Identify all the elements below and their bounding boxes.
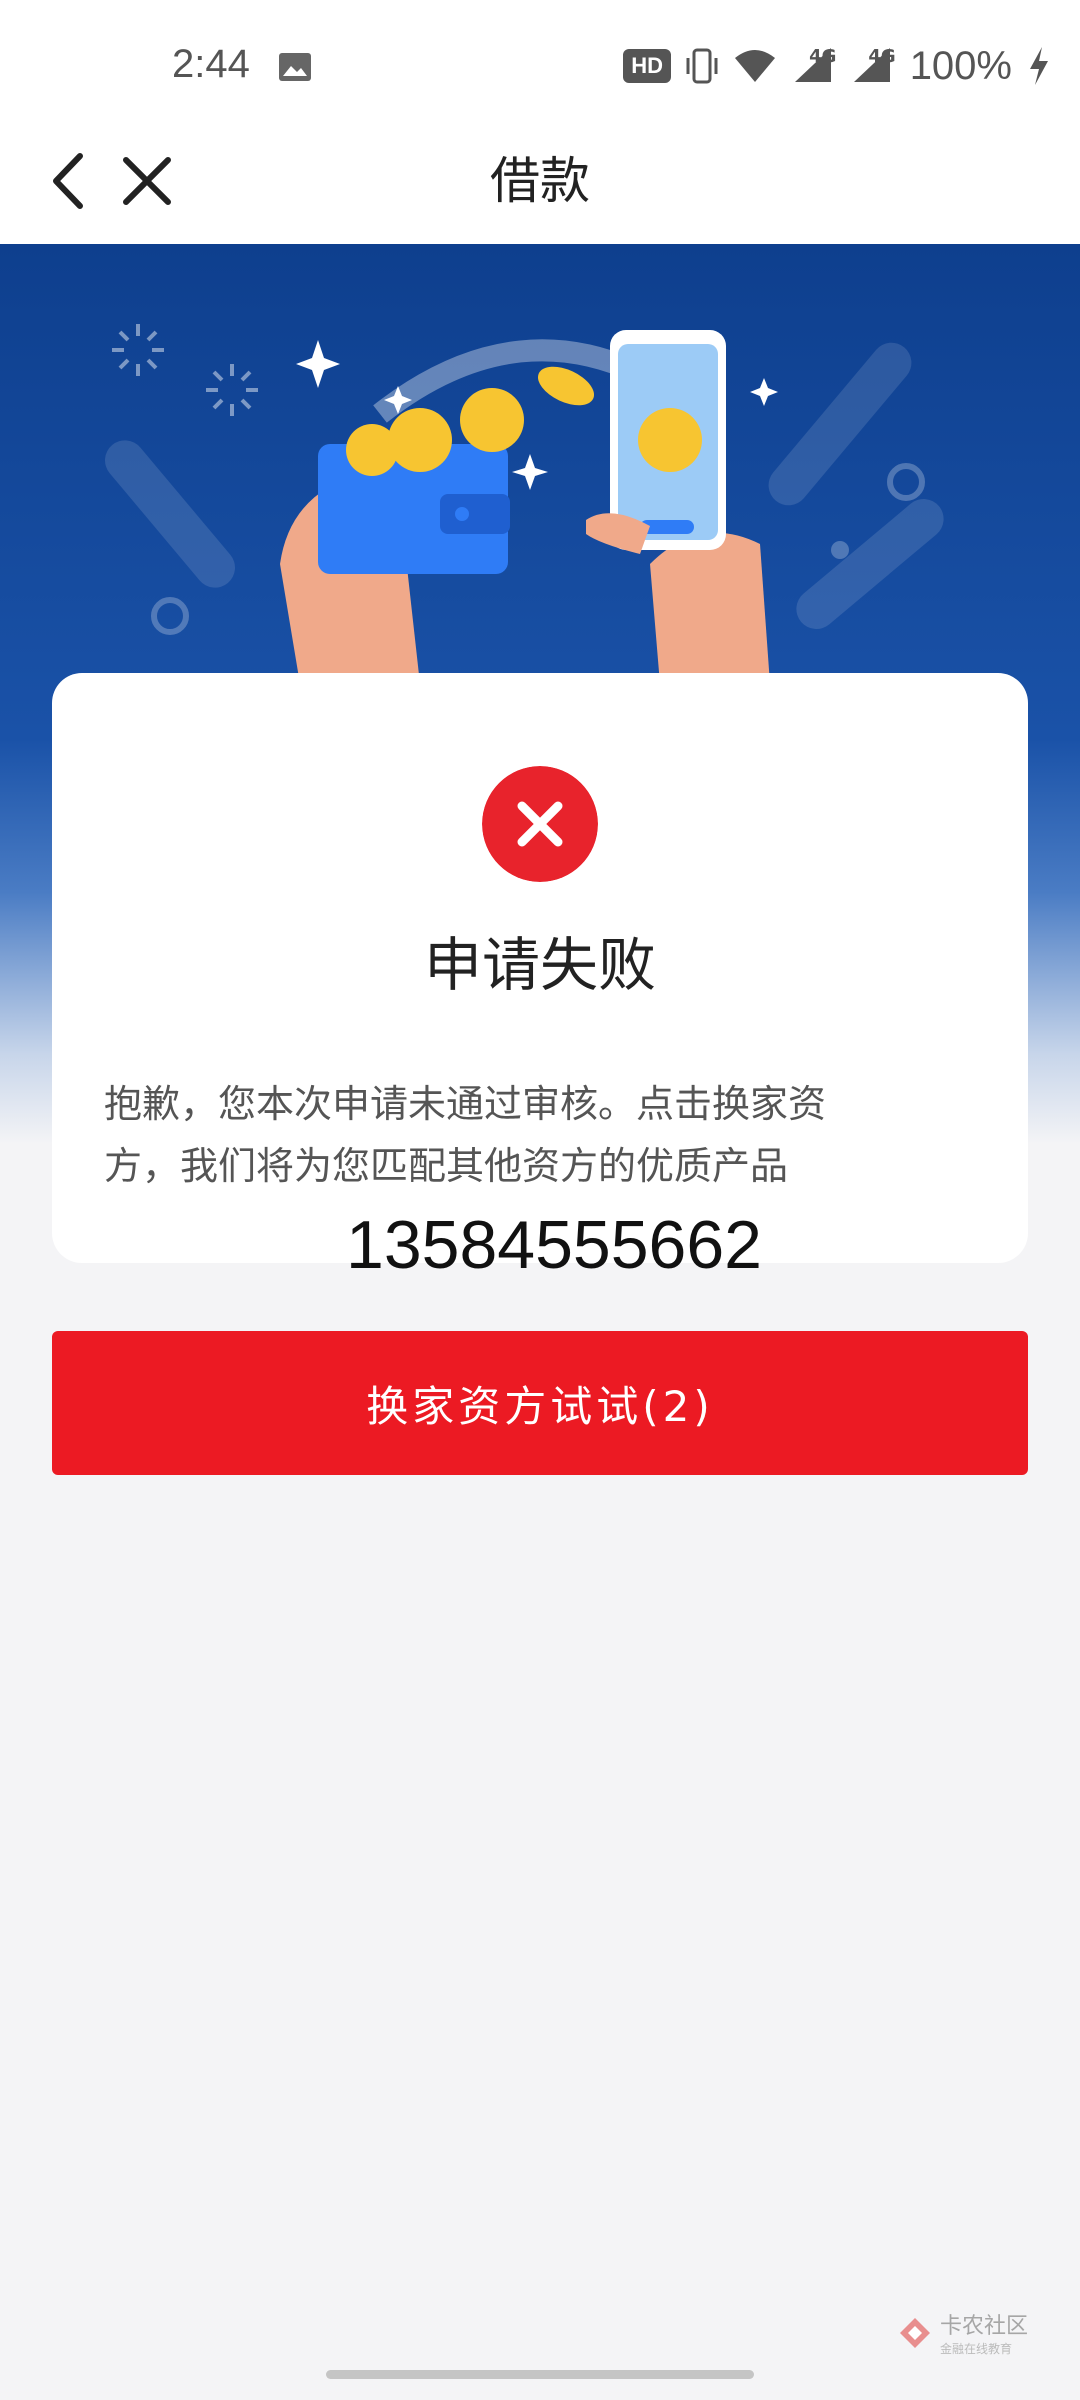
result-message-line-1: 抱歉，您本次申请未通过审核。点击换家资	[104, 1082, 827, 1126]
signal-1	[791, 44, 835, 89]
result-card: 申请失败 抱歉，您本次申请未通过审核。点击换家资 方，我们将为您匹配其他资方的优…	[52, 673, 1028, 1283]
status-time: 2:44	[172, 42, 250, 86]
status-icons: HD 4G 4G 100%	[623, 38, 1052, 94]
switch-lender-button[interactable]: 换家资方试试(2)	[52, 1331, 1028, 1475]
watermark-subtitle: 金融在线教育	[940, 2342, 1013, 2356]
page-title: 借款	[490, 152, 590, 210]
error-x-icon	[482, 766, 598, 882]
charging-bolt-icon	[1030, 47, 1048, 85]
phone-number: 13584555662	[346, 1207, 763, 1283]
hd-badge: HD	[623, 49, 672, 83]
signal-bars-icon	[854, 47, 891, 82]
wifi-icon	[735, 50, 776, 82]
result-message: 抱歉，您本次申请未通过审核。点击换家资 方，我们将为您匹配其他资方的优质产品	[104, 1073, 984, 1197]
brand-logo-icon	[900, 2317, 930, 2348]
loan-illustration	[105, 324, 944, 684]
signal-bars-icon	[795, 47, 832, 82]
battery-percent: 100%	[909, 43, 1012, 88]
signal-2	[850, 44, 894, 89]
status-bar: 2:44 HD 4G 4G 100%	[0, 0, 1080, 120]
vibrate-icon	[686, 48, 718, 84]
image-notification-icon	[279, 53, 311, 81]
watermark: 卡农社区 金融在线教育	[898, 2308, 1028, 2357]
nav-bar: 借款	[0, 120, 1080, 244]
result-title: 申请失败	[423, 931, 656, 999]
result-message-line-2: 方，我们将为您匹配其他资方的优质产品	[104, 1144, 789, 1188]
home-indicator[interactable]	[326, 2370, 754, 2379]
watermark-brand: 卡农社区	[940, 2314, 1029, 2339]
